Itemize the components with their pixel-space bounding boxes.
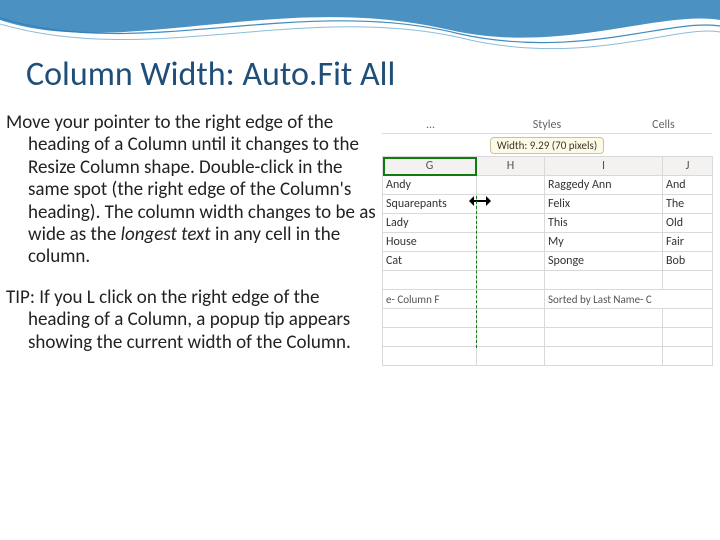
cell: My: [545, 233, 663, 252]
table-row: [383, 328, 713, 347]
cell: Felix: [545, 195, 663, 214]
body-text: Move your pointer to the right edge of t…: [6, 112, 378, 372]
footer-left: e- Column F: [383, 290, 545, 309]
cell: Old: [663, 214, 713, 233]
cell: Cat: [383, 252, 477, 271]
cell: Lady: [383, 214, 477, 233]
col-header-j: J: [663, 157, 713, 176]
cell: Fair: [663, 233, 713, 252]
cell: This: [545, 214, 663, 233]
col-header-g: G: [383, 157, 477, 176]
decorative-wave: [0, 0, 720, 58]
paragraph-1: Move your pointer to the right edge of t…: [6, 112, 378, 269]
cell: House: [383, 233, 477, 252]
table-row: Lady This Old: [383, 214, 713, 233]
width-tooltip-bar: Width: 9.29 (70 pixels): [382, 134, 712, 156]
table-row: [383, 347, 713, 366]
table-row: Squarepants Felix The: [383, 195, 713, 214]
column-header-row: G H I J: [383, 157, 713, 176]
footer-row: e- Column F Sorted by Last Name- C: [383, 290, 713, 309]
paragraph-2: TIP: If you L click on the right edge of…: [6, 287, 378, 354]
cell: [477, 176, 545, 195]
table-row: House My Fair: [383, 233, 713, 252]
cell: [477, 233, 545, 252]
table-row: [383, 309, 713, 328]
grid: G H I J Andy Raggedy Ann And Squarepants…: [382, 156, 712, 366]
col-header-h: H: [477, 157, 545, 176]
page-title: Column Width: Auto.Fit All: [26, 54, 395, 95]
cell: Sponge: [545, 252, 663, 271]
cell: And: [663, 176, 713, 195]
table-row: Andy Raggedy Ann And: [383, 176, 713, 195]
spreadsheet-table: G H I J Andy Raggedy Ann And Squarepants…: [382, 156, 713, 366]
cell: Squarepants: [383, 195, 477, 214]
cell: [477, 252, 545, 271]
cell: Andy: [383, 176, 477, 195]
ribbon-seg-cells: Cells: [615, 116, 712, 133]
col-header-i: I: [545, 157, 663, 176]
ribbon-seg-1: …: [382, 116, 479, 133]
ribbon-seg-styles: Styles: [479, 116, 615, 133]
p1-emphasis: longest text: [121, 223, 211, 246]
ribbon-fragment: … Styles Cells: [382, 116, 712, 134]
resize-guide-line: [476, 196, 477, 348]
slide: Column Width: Auto.Fit All Move your poi…: [0, 0, 720, 540]
cell: [477, 214, 545, 233]
spreadsheet-screenshot: … Styles Cells Width: 9.29 (70 pixels) G…: [382, 116, 712, 376]
cell: Raggedy Ann: [545, 176, 663, 195]
cell: The: [663, 195, 713, 214]
footer-right: Sorted by Last Name- C: [545, 290, 713, 309]
table-row: [383, 271, 713, 290]
cell: Bob: [663, 252, 713, 271]
width-tooltip: Width: 9.29 (70 pixels): [490, 137, 604, 154]
table-row: Cat Sponge Bob: [383, 252, 713, 271]
